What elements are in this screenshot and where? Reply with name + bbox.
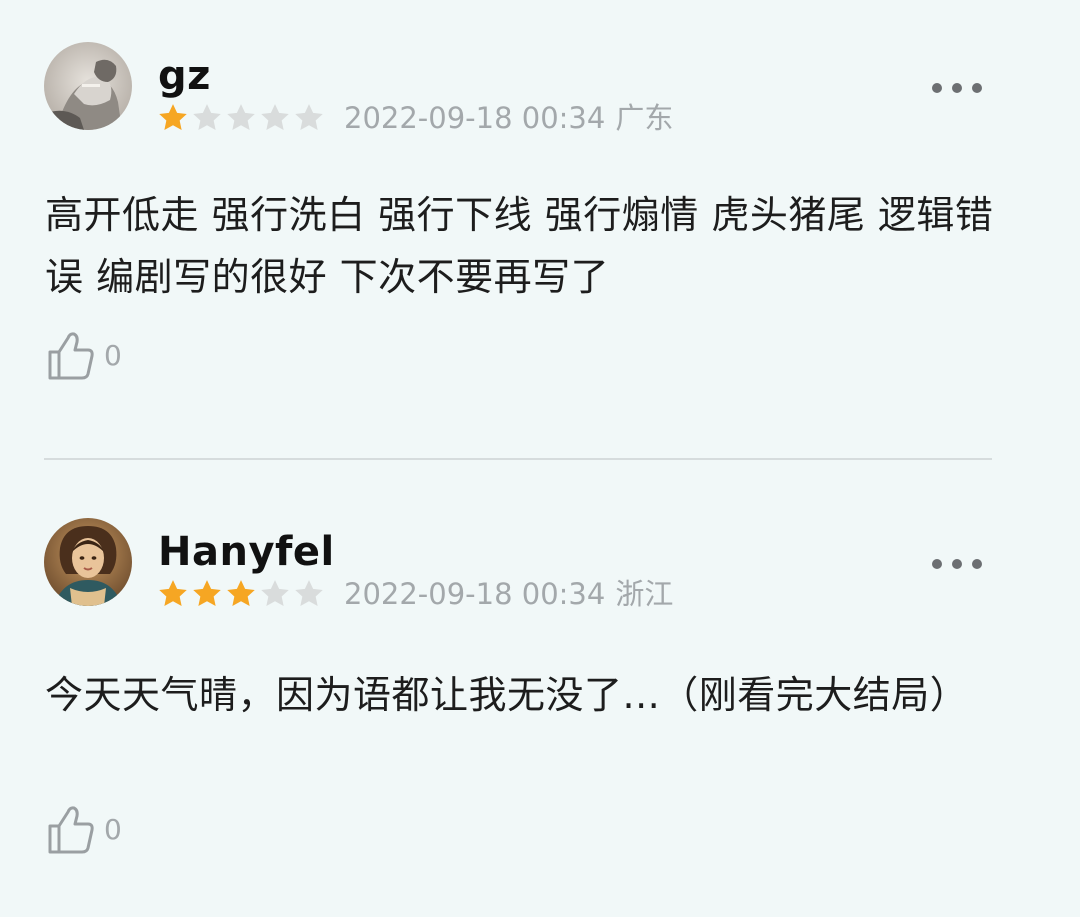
- comment-text: 高开低走 强行洗白 强行下线 强行煽情 虎头猪尾 逻辑错误 编剧写的很好 下次不…: [45, 193, 994, 299]
- star-icon: [261, 104, 289, 131]
- username[interactable]: Hanyfel: [158, 528, 335, 576]
- thumbs-up-icon: [48, 806, 94, 854]
- like-count: 0: [104, 813, 122, 846]
- comment-timestamp: 2022-09-18 00:34: [344, 101, 606, 135]
- comment-timestamp: 2022-09-18 00:34: [344, 577, 606, 611]
- more-options-button[interactable]: [932, 552, 982, 576]
- like-button[interactable]: 0: [46, 330, 122, 382]
- rating-meta-row: 2022-09-18 00:34 广东: [156, 98, 673, 138]
- star-icon: [261, 580, 289, 607]
- user-avatar[interactable]: [44, 42, 132, 130]
- thumbs-up-icon: [48, 332, 94, 380]
- comment-text: 今天天气晴，因为语都让我无没了...（刚看完大结局）: [45, 673, 969, 717]
- more-dots-icon: [932, 559, 942, 569]
- comment-card: gz 2022-09-18 00:34 广东 高开低走 强行洗白 强行下线 强行…: [0, 0, 1080, 458]
- star-icon: [193, 580, 221, 607]
- more-dots-icon: [952, 559, 962, 569]
- star-icon: [227, 580, 255, 607]
- more-dots-icon: [952, 83, 962, 93]
- more-dots-icon: [932, 83, 942, 93]
- more-dots-icon: [972, 83, 982, 93]
- star-icon: [193, 104, 221, 131]
- comment-location: 浙江: [615, 577, 674, 611]
- star-icon: [159, 104, 187, 131]
- rating-meta-row: 2022-09-18 00:34 浙江: [156, 574, 673, 614]
- username[interactable]: gz: [158, 52, 211, 100]
- comment-location: 广东: [615, 101, 674, 135]
- star-rating: [156, 577, 326, 611]
- comment-card: Hanyfel 2022-09-18 00:34 浙江 今天天气晴，因为语都让我…: [0, 460, 1080, 917]
- avatar-photo-icon: [44, 42, 132, 130]
- like-button[interactable]: 0: [46, 804, 122, 856]
- star-icon: [295, 580, 323, 607]
- star-icon: [159, 580, 187, 607]
- more-dots-icon: [972, 559, 982, 569]
- more-options-button[interactable]: [932, 76, 982, 100]
- star-icon: [227, 104, 255, 131]
- star-icon: [295, 104, 323, 131]
- avatar-painting-icon: [44, 518, 132, 606]
- like-count: 0: [104, 339, 122, 372]
- user-avatar[interactable]: [44, 518, 132, 606]
- star-rating: [156, 101, 326, 135]
